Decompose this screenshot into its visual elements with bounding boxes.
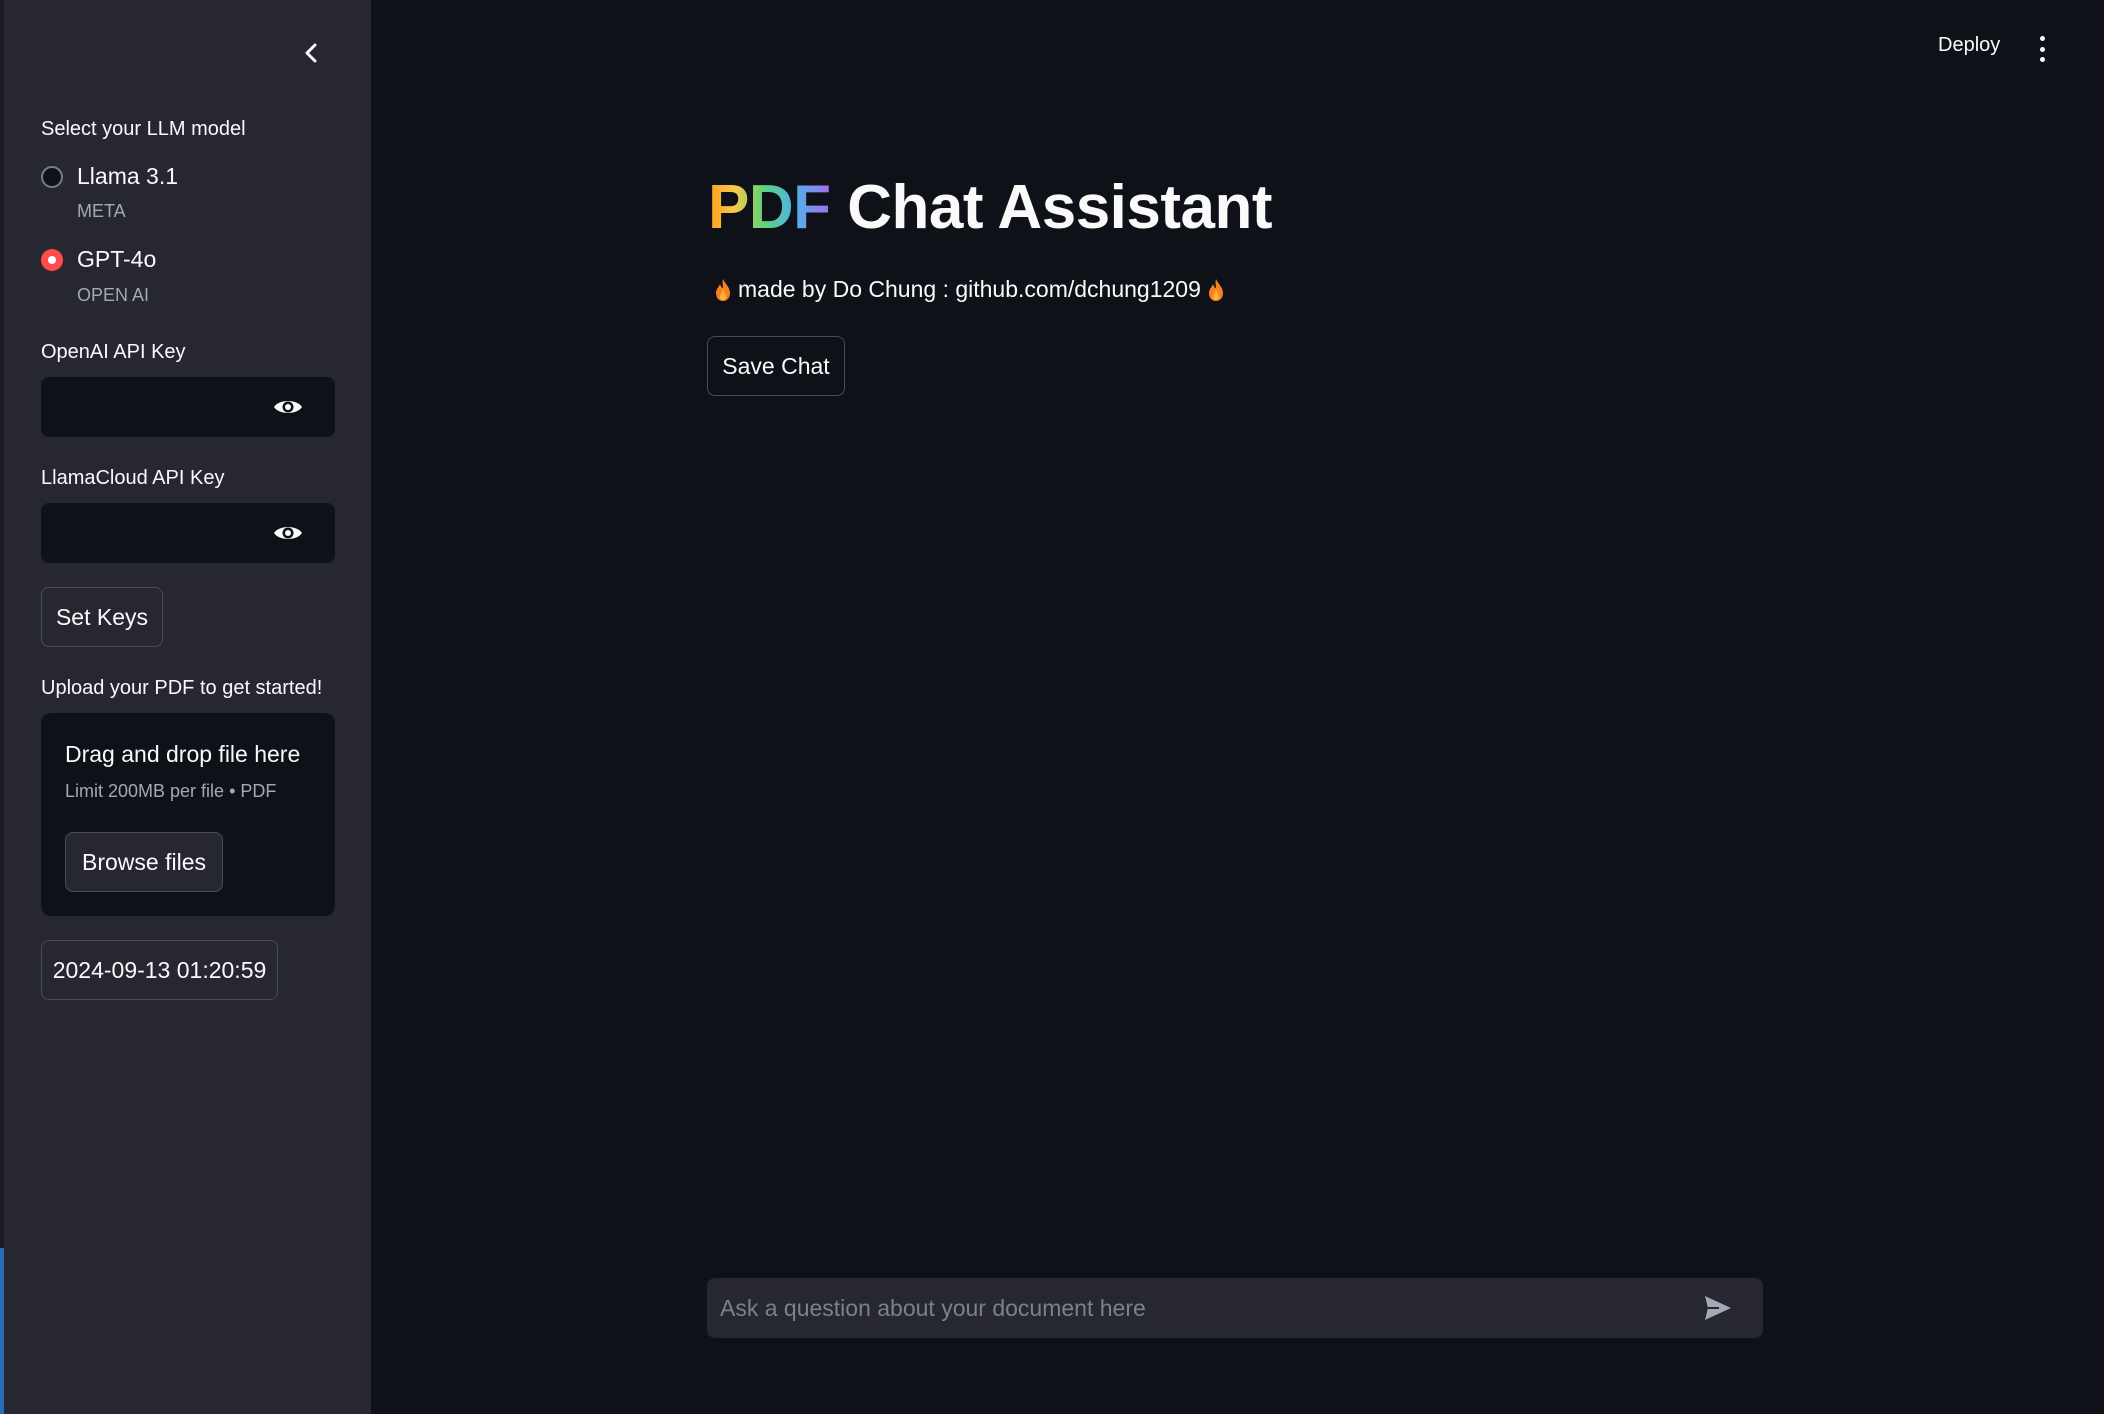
- radio-caption: META: [77, 201, 126, 221]
- main-content: Deploy PDF Chat Assistant made by Do Chu…: [371, 0, 2104, 1414]
- fire-icon: [716, 278, 730, 301]
- radio-label: GPT-4o: [77, 246, 157, 272]
- model-select-label: Select your LLM model: [41, 118, 246, 140]
- radio-label: Llama 3.1: [77, 163, 179, 189]
- openai-key-field[interactable]: [41, 377, 335, 437]
- radio-llama[interactable]: Llama 3.1: [41, 163, 178, 190]
- deploy-button[interactable]: Deploy: [1938, 34, 2000, 57]
- llamacloud-key-label: LlamaCloud API Key: [41, 467, 225, 489]
- openai-key-label: OpenAI API Key: [41, 341, 186, 363]
- page-title: PDF Chat Assistant: [708, 172, 1273, 243]
- radio-caption: OPEN AI: [77, 285, 150, 305]
- chat-input-bar[interactable]: [707, 1278, 1763, 1338]
- kebab-menu-icon[interactable]: [2032, 36, 2052, 62]
- llamacloud-key-input[interactable]: [41, 503, 281, 563]
- eye-icon[interactable]: [273, 394, 303, 420]
- eye-icon[interactable]: [273, 520, 303, 546]
- radio-circle-selected[interactable]: [41, 248, 63, 271]
- send-icon[interactable]: [1703, 1294, 1733, 1322]
- byline: made by Do Chung : github.com/dchung1209: [708, 276, 1231, 303]
- browse-files-button[interactable]: Browse files: [65, 832, 223, 892]
- title-highlight: PDF: [708, 173, 831, 242]
- save-chat-button[interactable]: Save Chat: [707, 336, 845, 396]
- byline-text: made by Do Chung : github.com/dchung1209: [738, 276, 1201, 302]
- set-keys-button[interactable]: Set Keys: [41, 587, 163, 647]
- chevron-left-icon: [305, 43, 317, 63]
- timestamp-button[interactable]: 2024-09-13 01:20:59: [41, 940, 278, 1000]
- radio-gpt4o[interactable]: GPT-4o: [41, 246, 156, 273]
- chat-input[interactable]: [707, 1278, 1697, 1338]
- radio-circle[interactable]: [41, 165, 63, 188]
- app-window: Select your LLM model Llama 3.1 META GPT…: [0, 0, 2104, 1414]
- sidebar: Select your LLM model Llama 3.1 META GPT…: [4, 0, 371, 1414]
- fire-icon: [1208, 278, 1223, 301]
- upload-label: Upload your PDF to get started!: [41, 677, 323, 699]
- llamacloud-key-field[interactable]: [41, 503, 335, 563]
- openai-key-input[interactable]: [41, 377, 281, 437]
- file-dropzone[interactable]: Drag and drop file here Limit 200MB per …: [41, 713, 335, 916]
- dropzone-title: Drag and drop file here: [65, 741, 301, 767]
- title-rest: Chat Assistant: [847, 173, 1273, 242]
- collapse-sidebar-button[interactable]: [294, 36, 328, 70]
- dropzone-limit: Limit 200MB per file • PDF: [65, 781, 277, 801]
